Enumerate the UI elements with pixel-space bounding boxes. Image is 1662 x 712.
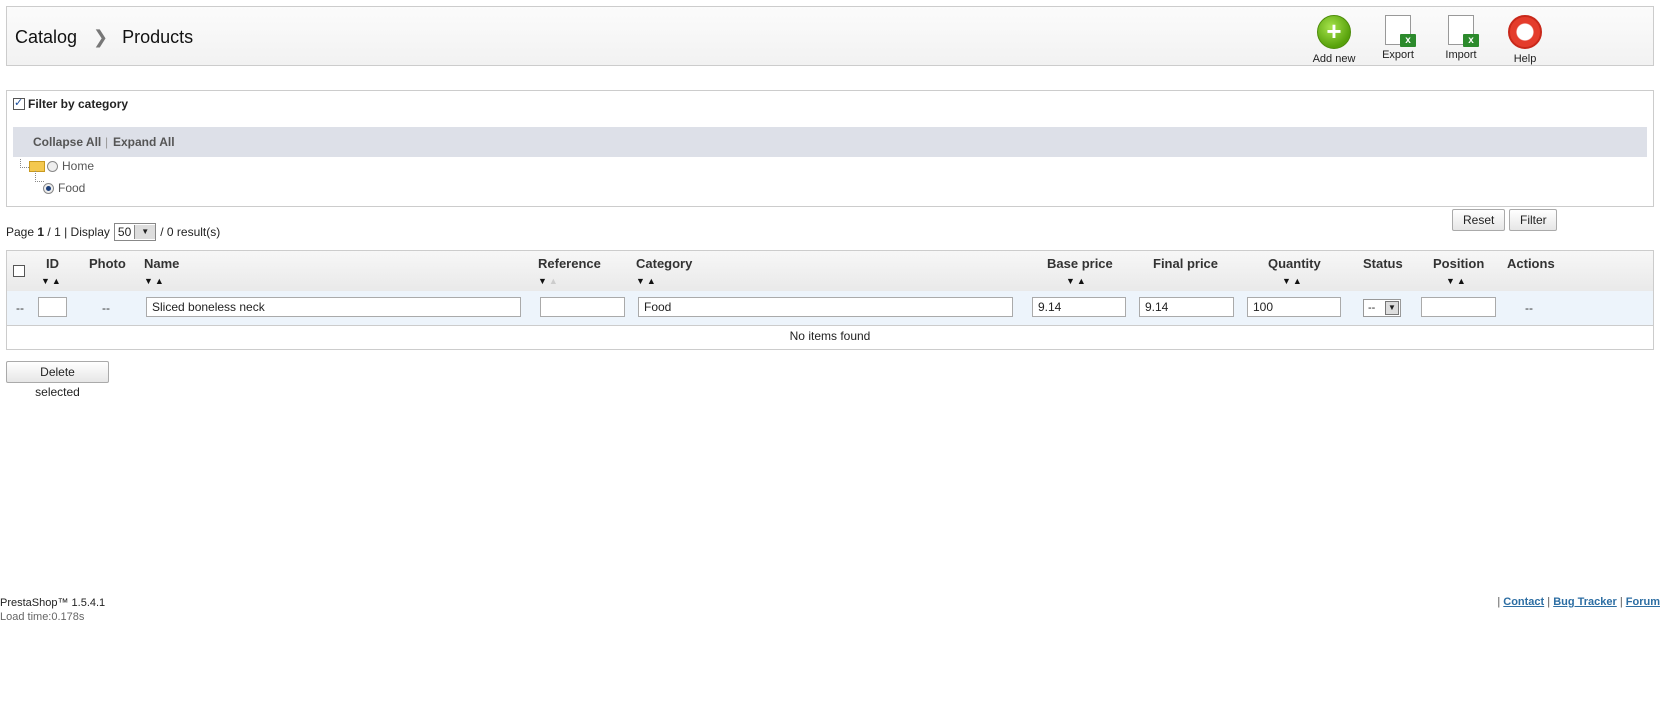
breadcrumb-catalog[interactable]: Catalog: [15, 27, 77, 48]
final-price-filter-input[interactable]: 9.14: [1139, 297, 1234, 317]
sort-arrows-icon[interactable]: ▼▲: [41, 276, 63, 286]
column-header-id: ID: [46, 256, 59, 271]
column-header-base-price: Base price: [1047, 256, 1113, 271]
page-prefix: Page: [6, 225, 35, 239]
footer-separator: |: [1497, 596, 1501, 608]
select-all-checkbox[interactable]: [13, 265, 25, 277]
id-filter-input[interactable]: [38, 297, 67, 317]
reference-filter-input[interactable]: [540, 297, 625, 317]
import-spreadsheet-icon: x: [1448, 15, 1479, 47]
sort-arrows-icon[interactable]: ▼▲: [636, 276, 658, 286]
per-page-value: 50: [117, 225, 132, 239]
quantity-filter-input[interactable]: 100: [1247, 297, 1341, 317]
dropdown-arrow-icon: ▼: [1385, 301, 1399, 315]
page-title: Products: [122, 27, 194, 47]
reset-button[interactable]: Reset: [1452, 209, 1505, 231]
tree-actions-bar: Collapse All | Expand All: [13, 127, 1647, 157]
column-header-photo: Photo: [89, 256, 126, 271]
export-button[interactable]: x Export: [1366, 15, 1430, 61]
position-filter-input[interactable]: [1421, 297, 1496, 317]
add-new-button[interactable]: + Add new: [1302, 15, 1366, 65]
status-filter-select[interactable]: -- ▼: [1363, 299, 1401, 317]
name-filter-input[interactable]: Sliced boneless neck: [146, 297, 521, 317]
lifebuoy-help-icon: [1508, 15, 1542, 49]
page-current: 1: [37, 225, 45, 239]
add-icon: +: [1317, 15, 1351, 49]
collapse-all-link[interactable]: Collapse All: [33, 135, 101, 149]
help-label: Help: [1513, 53, 1537, 65]
select-placeholder: --: [16, 301, 24, 315]
tree-connector: [20, 159, 29, 168]
status-filter-value: --: [1368, 302, 1376, 314]
tree-item-food[interactable]: Food: [43, 181, 85, 195]
column-header-reference: Reference: [538, 256, 601, 271]
products-table: ID ▼▲ Photo Name ▼▲ Reference ▼▲ Categor…: [6, 250, 1654, 350]
sort-arrows-icon[interactable]: ▼▲: [538, 276, 560, 286]
export-label: Export: [1382, 49, 1414, 61]
column-header-final-price: Final price: [1153, 256, 1219, 271]
column-header-category: Category: [636, 256, 693, 271]
column-header-actions: Actions: [1507, 256, 1555, 271]
column-header-status: Status: [1363, 256, 1403, 271]
toolbar: Catalog ❯ Products + Add new x Export x …: [6, 6, 1654, 66]
sort-arrows-icon[interactable]: ▼▲: [1282, 276, 1304, 286]
sort-arrows-icon[interactable]: ▼▲: [1446, 276, 1468, 286]
table-header: ID ▼▲ Photo Name ▼▲ Reference ▼▲ Categor…: [7, 251, 1653, 292]
footer-separator: |: [1619, 596, 1623, 608]
contact-link[interactable]: Contact: [1503, 596, 1544, 608]
breadcrumb: Catalog ❯ Products: [15, 27, 193, 48]
sort-arrows-icon[interactable]: ▼▲: [1066, 276, 1088, 286]
load-time-text: Load time:0.178s: [0, 611, 85, 623]
home-radio[interactable]: [47, 160, 58, 172]
per-page-select[interactable]: 50 ▼: [113, 223, 157, 241]
column-header-name: Name: [144, 256, 180, 271]
result-count: / 0 result(s): [160, 225, 221, 239]
filter-button[interactable]: Filter: [1509, 209, 1557, 231]
filter-by-category: Filter by category: [13, 96, 128, 111]
chevron-right-icon: ❯: [93, 27, 109, 47]
filter-by-category-checkbox[interactable]: [13, 96, 25, 110]
actions-placeholder: --: [1525, 301, 1533, 315]
tree-actions-separator: |: [105, 135, 109, 149]
column-header-quantity: Quantity: [1268, 256, 1321, 271]
filter-by-category-label[interactable]: Filter by category: [28, 97, 128, 111]
empty-message: No items found: [789, 329, 871, 343]
tree-item-label: Food: [58, 181, 86, 195]
page-total: / 1 | Display: [47, 225, 110, 239]
footer-links: | Contact | Bug Tracker | Forum: [1497, 596, 1660, 608]
import-button[interactable]: x Import: [1429, 15, 1493, 61]
category-filter-panel: Filter by category Collapse All | Expand…: [6, 90, 1654, 207]
photo-placeholder: --: [102, 301, 110, 315]
food-radio[interactable]: [43, 182, 54, 194]
folder-open-icon: [29, 160, 45, 172]
footer-separator: |: [1547, 596, 1551, 608]
expand-all-link[interactable]: Expand All: [113, 135, 175, 149]
filter-row: -- -- Sliced boneless neck Food 9.14 9.1…: [7, 291, 1653, 326]
base-price-filter-input[interactable]: 9.14: [1032, 297, 1126, 317]
pagination: Page 1 / 1 | Display 50 ▼ / 0 result(s): [6, 223, 220, 241]
add-new-label: Add new: [1312, 53, 1356, 65]
bug-tracker-link[interactable]: Bug Tracker: [1553, 596, 1617, 608]
dropdown-arrow-icon: ▼: [134, 225, 156, 239]
forum-link[interactable]: Forum: [1626, 596, 1660, 608]
version-text: PrestaShop™ 1.5.4.1: [0, 597, 106, 609]
export-spreadsheet-icon: x: [1385, 15, 1416, 47]
footer-info: PrestaShop™ 1.5.4.1 Load time:0.178s: [0, 596, 105, 624]
help-button[interactable]: Help: [1493, 15, 1557, 65]
column-header-position: Position: [1433, 256, 1485, 271]
delete-selected-button[interactable]: Delete selected: [6, 361, 109, 399]
sort-arrows-icon[interactable]: ▼▲: [144, 276, 166, 286]
tree-item-label: Home: [62, 159, 95, 173]
import-label: Import: [1445, 49, 1477, 61]
category-filter-input[interactable]: Food: [638, 297, 1013, 317]
